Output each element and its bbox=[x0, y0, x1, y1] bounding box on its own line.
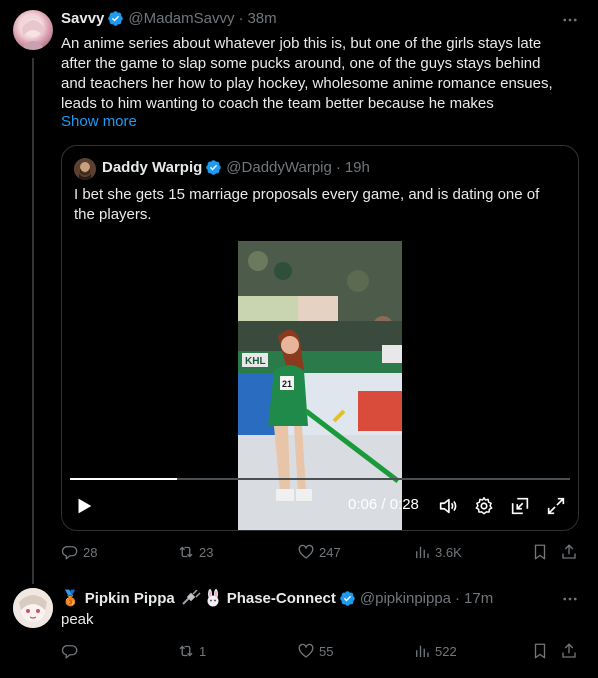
display-name[interactable]: Pipkin Pippa bbox=[85, 590, 175, 607]
quote-header: Daddy Warpig @DaddyWarpig · 19h bbox=[102, 159, 370, 176]
tweet-text-line: An anime series about whatever job this … bbox=[61, 35, 542, 52]
gear-icon bbox=[475, 497, 493, 515]
share-button[interactable] bbox=[560, 543, 578, 561]
quote-avatar-image bbox=[74, 158, 96, 180]
views-count: 3.6K bbox=[435, 544, 462, 560]
repost-count: 1 bbox=[199, 643, 207, 659]
show-more-link[interactable]: Show more bbox=[61, 113, 137, 130]
bookmark-button[interactable] bbox=[531, 543, 549, 561]
separator-dot: · bbox=[238, 10, 244, 27]
volume-icon bbox=[439, 498, 457, 514]
reply-icon bbox=[61, 645, 78, 659]
quote-avatar[interactable] bbox=[74, 158, 96, 180]
video-thumbnail-image: KHL 21 bbox=[238, 241, 402, 530]
video-player[interactable]: KHL 21 0:06 / 0:28 bbox=[62, 241, 578, 530]
repost-icon bbox=[179, 645, 193, 657]
timestamp[interactable]: 17m bbox=[464, 590, 493, 607]
quote-timestamp[interactable]: 19h bbox=[345, 159, 370, 176]
play-icon bbox=[78, 498, 92, 514]
display-name[interactable]: Savvy bbox=[61, 10, 104, 27]
quote-text-line: the players. bbox=[74, 206, 152, 223]
separator-dot: · bbox=[335, 159, 341, 176]
rabbit-icon bbox=[207, 589, 219, 607]
tweet-text: An anime series about whatever job this … bbox=[61, 34, 581, 114]
reply-button[interactable] bbox=[61, 642, 83, 660]
avatar[interactable] bbox=[13, 588, 53, 628]
heart-icon bbox=[298, 544, 314, 559]
like-button[interactable]: 55 bbox=[297, 642, 333, 660]
repost-icon bbox=[179, 546, 193, 558]
volume-button[interactable] bbox=[436, 494, 460, 518]
reply-button[interactable]: 28 bbox=[61, 543, 97, 561]
more-options-button[interactable] bbox=[560, 10, 580, 30]
more-dots-icon bbox=[563, 18, 577, 22]
quote-text: I bet she gets 15 marriage proposals eve… bbox=[74, 185, 564, 225]
tweet-text-line: after the game to slap some pucks around… bbox=[61, 55, 541, 72]
tweet-text: peak bbox=[61, 611, 94, 628]
repost-count: 23 bbox=[199, 544, 214, 560]
fullscreen-icon bbox=[547, 497, 565, 515]
quote-display-name[interactable]: Daddy Warpig bbox=[102, 159, 202, 176]
fullscreen-button[interactable] bbox=[544, 494, 568, 518]
avatar[interactable] bbox=[13, 10, 53, 50]
avatar-image bbox=[21, 19, 45, 50]
more-dots-icon bbox=[563, 597, 577, 601]
quote-handle[interactable]: @DaddyWarpig bbox=[226, 159, 332, 176]
tweet-header: Savvy @MadamSavvy · 38m bbox=[61, 10, 277, 27]
pip-icon bbox=[511, 497, 529, 515]
tweet-text-line: leads to him wanting to coach the team b… bbox=[61, 95, 494, 112]
video-progress-fill bbox=[70, 478, 177, 480]
views-count: 522 bbox=[435, 643, 457, 659]
views-chart-icon bbox=[416, 645, 429, 657]
views-button[interactable]: 522 bbox=[413, 642, 457, 660]
video-progress-bar[interactable] bbox=[70, 478, 570, 480]
handle[interactable]: @pipkinpippa bbox=[360, 590, 451, 607]
avatar-image bbox=[13, 588, 53, 628]
tweet-text-line: and teachers her how to play hockey, who… bbox=[61, 75, 553, 92]
action-bar: 28 23 247 3.6K bbox=[61, 543, 581, 565]
handle[interactable]: @MadamSavvy bbox=[128, 10, 234, 27]
action-bar: 1 55 522 bbox=[61, 642, 581, 664]
verified-badge-icon[interactable] bbox=[339, 590, 356, 607]
verified-badge-icon[interactable] bbox=[205, 159, 222, 176]
thread-connector-line bbox=[32, 58, 34, 584]
bookmark-button[interactable] bbox=[531, 642, 549, 660]
jersey-number-text: 21 bbox=[282, 379, 292, 389]
plug-icon bbox=[181, 590, 201, 605]
quoted-tweet[interactable]: Daddy Warpig @DaddyWarpig · 19h I bet sh… bbox=[61, 145, 579, 531]
display-name-secondary[interactable]: Phase-Connect bbox=[227, 590, 336, 607]
repost-button[interactable]: 23 bbox=[177, 543, 213, 561]
views-chart-icon bbox=[416, 546, 429, 558]
bookmark-icon bbox=[534, 544, 546, 560]
more-options-button[interactable] bbox=[560, 589, 580, 609]
bronze-medal-emoji: 🥉 bbox=[61, 590, 80, 607]
play-button[interactable] bbox=[72, 494, 96, 518]
like-count: 247 bbox=[319, 544, 341, 560]
separator-dot: · bbox=[455, 589, 461, 607]
picture-in-picture-button[interactable] bbox=[508, 494, 532, 518]
timestamp[interactable]: 38m bbox=[247, 10, 276, 27]
bookmark-icon bbox=[534, 643, 546, 659]
share-icon bbox=[562, 544, 576, 559]
tweet-savvy[interactable]: Savvy @MadamSavvy · 38m An anime series … bbox=[0, 0, 598, 580]
video-frame: KHL 21 bbox=[238, 241, 402, 530]
repost-button[interactable]: 1 bbox=[177, 642, 206, 660]
like-count: 55 bbox=[319, 643, 334, 659]
board-logo-text: KHL bbox=[245, 356, 266, 367]
quote-text-line: I bet she gets 15 marriage proposals eve… bbox=[74, 186, 540, 203]
share-icon bbox=[562, 643, 576, 658]
verified-badge-icon[interactable] bbox=[107, 10, 124, 27]
video-time: 0:06 / 0:28 bbox=[348, 496, 419, 513]
share-button[interactable] bbox=[560, 642, 578, 660]
heart-icon bbox=[298, 643, 314, 658]
reply-icon bbox=[61, 546, 78, 560]
tweet-pipkin[interactable]: 🥉 Pipkin Pippa Phase-Connect @pipkinpipp… bbox=[0, 580, 598, 678]
tweet-header: 🥉 Pipkin Pippa Phase-Connect @pipkinpipp… bbox=[61, 589, 493, 607]
views-button[interactable]: 3.6K bbox=[413, 543, 462, 561]
like-button[interactable]: 247 bbox=[297, 543, 341, 561]
reply-count: 28 bbox=[83, 544, 98, 560]
settings-button[interactable] bbox=[472, 494, 496, 518]
